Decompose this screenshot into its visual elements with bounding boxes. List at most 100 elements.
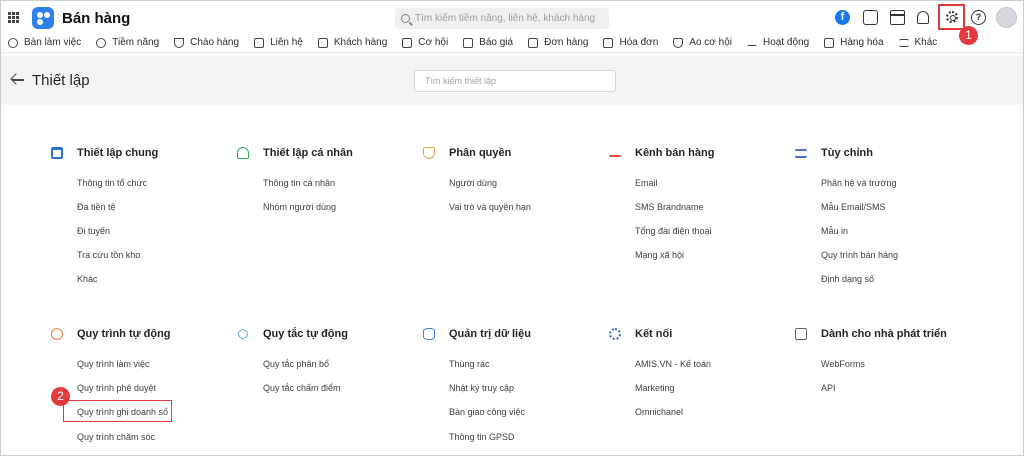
link-quy-trinh-lam-viec[interactable]: Quy trình làm việc (77, 359, 150, 369)
nav-item-label: Tiềm năng (112, 37, 160, 48)
link-nhom-nguoi-dung[interactable]: Nhóm người dùng (263, 202, 336, 212)
section-phan-quyen: Phân quyền (423, 147, 511, 159)
wallet-icon (402, 37, 413, 48)
link-quy-tac-cham-diem[interactable]: Quy tắc chấm điểm (263, 383, 341, 393)
link-email[interactable]: Email (635, 178, 658, 188)
nav-item-label: Chào hàng (190, 37, 240, 48)
link-thong-tin-to-chuc[interactable]: Thông tin tổ chức (77, 178, 147, 188)
avatar[interactable] (996, 7, 1017, 28)
search-icon (401, 14, 410, 23)
nav-item-don-hang[interactable]: Đơn hàng (528, 37, 588, 48)
link-thong-tin-ca-nhan[interactable]: Thông tin cá nhân (263, 178, 335, 188)
section-title: Thiết lập chung (77, 147, 159, 159)
annotation-highlight-box (63, 400, 172, 422)
link-mang-xa-hoi[interactable]: Mạng xã hội (635, 250, 684, 260)
section-kenh-ban-hang: Kênh bán hàng (609, 147, 714, 159)
link-mau-in[interactable]: Mẫu in (821, 226, 848, 236)
nav-item-ban-lam-viec[interactable]: Bàn làm việc (8, 37, 81, 48)
nav-item-label: Khách hàng (333, 37, 388, 48)
settings-search-input[interactable]: Tìm kiếm thiết lập (414, 70, 616, 92)
section-title: Quy trình tự động (77, 328, 171, 340)
link-nhat-ky-truy-cap[interactable]: Nhật ký truy cập (449, 383, 514, 393)
code-icon (795, 328, 807, 340)
refresh-icon (51, 328, 63, 340)
package-icon[interactable] (863, 10, 878, 25)
section-danh-cho-nha-phat-trien: Dành cho nhà phát triển (795, 328, 947, 340)
link-da-tien-te[interactable]: Đa tiền tệ (77, 202, 116, 212)
link-sms-brandname[interactable]: SMS Brandname (635, 202, 704, 212)
help-icon[interactable]: ? (971, 10, 986, 25)
link-quy-trinh-phe-duyet[interactable]: Quy trình phê duyệt (77, 383, 156, 393)
nav-item-hang-hoa[interactable]: Hàng hóa (824, 37, 884, 48)
nav-item-ao-co-hoi[interactable]: Ao cơ hội (673, 37, 732, 48)
gear-icon (946, 11, 958, 23)
link-nguoi-dung[interactable]: Người dùng (449, 178, 497, 188)
link-thung-rac[interactable]: Thùng rác (449, 359, 490, 369)
settings-page: Bán hàng Tìm kiếm tiềm năng, liên hệ, kh… (0, 0, 1024, 456)
nav-item-bao-gia[interactable]: Báo giá (463, 37, 513, 48)
annotation-badge-2: 2 (51, 387, 70, 406)
settings-button[interactable] (938, 4, 965, 30)
building-icon (317, 37, 328, 48)
facebook-icon[interactable]: f (835, 10, 850, 25)
nav-item-khac[interactable]: Khác (898, 37, 937, 48)
link-vai-tro-va-quyen-han[interactable]: Vai trò và quyền hạn (449, 202, 531, 212)
link-tra-cuu-ton-kho[interactable]: Tra cứu tồn kho (77, 250, 140, 260)
branch-icon (238, 329, 248, 339)
link-webforms[interactable]: WebForms (821, 359, 865, 369)
link-quy-trinh-cham-soc[interactable]: Quy trình chăm sóc (77, 432, 155, 442)
section-title: Quy tắc tự động (263, 328, 348, 340)
link-quy-trinh-ban-hang[interactable]: Quy trình bán hàng (821, 250, 898, 260)
nav-item-label: Hàng hóa (840, 37, 884, 48)
section-title: Thiết lập cá nhân (263, 147, 353, 159)
link-phan-he-va-truong[interactable]: Phân hệ và trường (821, 178, 896, 188)
nav-item-hoa-don[interactable]: Hóa đơn (603, 37, 658, 48)
activity-icon (746, 40, 757, 46)
global-search-input[interactable]: Tìm kiếm tiềm năng, liên hệ, khách hàng (395, 8, 609, 29)
link-thong-tin-gpsd[interactable]: Thông tin GPSD (449, 432, 515, 442)
link-amis-ke-toan[interactable]: AMIS.VN - Kế toán (635, 359, 711, 369)
sliders-icon (795, 148, 807, 158)
nav-item-label: Cơ hội (418, 37, 449, 48)
menu-icon (898, 38, 909, 47)
link-dinh-dang-so[interactable]: Định dạng số (821, 274, 874, 284)
nav-item-hoat-dong[interactable]: Hoạt động (746, 37, 810, 48)
pulse-icon (609, 150, 621, 157)
link-di-tuyen[interactable]: Đi tuyến (77, 226, 110, 236)
apps-grid-icon[interactable] (8, 12, 19, 23)
link-quy-tac-phan-bo[interactable]: Quy tắc phân bổ (263, 359, 329, 369)
nav-item-tiem-nang[interactable]: Tiềm năng (96, 37, 159, 48)
database-icon (423, 328, 435, 340)
link-omnichanel[interactable]: Omnichanel (635, 407, 683, 417)
nav-item-khach-hang[interactable]: Khách hàng (317, 37, 388, 48)
invoice-icon (603, 37, 614, 48)
section-quan-tri-du-lieu: Quản trị dữ liệu (423, 328, 531, 340)
app-title: Bán hàng (62, 10, 131, 27)
nav-item-label: Hoạt động (762, 37, 810, 48)
back-arrow-icon[interactable] (11, 73, 25, 87)
person-circle-icon (96, 37, 107, 48)
connection-icon (609, 328, 621, 340)
link-ban-giao-cong-viec[interactable]: Bàn giao công việc (449, 407, 525, 417)
calendar-icon[interactable] (890, 10, 905, 25)
app-logo-icon (32, 7, 54, 29)
section-title: Quản trị dữ liệu (449, 328, 531, 340)
link-api[interactable]: API (821, 383, 836, 393)
link-khac[interactable]: Khác (77, 274, 98, 284)
bell-icon[interactable] (917, 11, 929, 24)
nav-item-label: Liên hệ (270, 37, 303, 48)
link-mau-email-sms[interactable]: Mẫu Email/SMS (821, 202, 886, 212)
section-title: Phân quyền (449, 147, 512, 159)
section-title: Kết nối (635, 328, 673, 340)
link-marketing[interactable]: Marketing (635, 383, 675, 393)
document-icon (463, 37, 474, 48)
section-ket-noi: Kết nối (609, 328, 672, 340)
nav-item-lien-he[interactable]: Liên hệ (254, 37, 303, 48)
link-tong-dai-dien-thoai[interactable]: Tổng đài điện thoại (635, 226, 712, 236)
top-bar: Bán hàng Tìm kiếm tiềm năng, liên hệ, kh… (1, 1, 1023, 35)
section-title: Dành cho nhà phát triển (821, 328, 947, 340)
magnet-icon (174, 37, 185, 48)
nav-item-co-hoi[interactable]: Cơ hội (402, 37, 448, 48)
nav-item-chao-hang[interactable]: Chào hàng (174, 37, 239, 48)
nav-item-label: Bàn làm việc (24, 37, 82, 48)
